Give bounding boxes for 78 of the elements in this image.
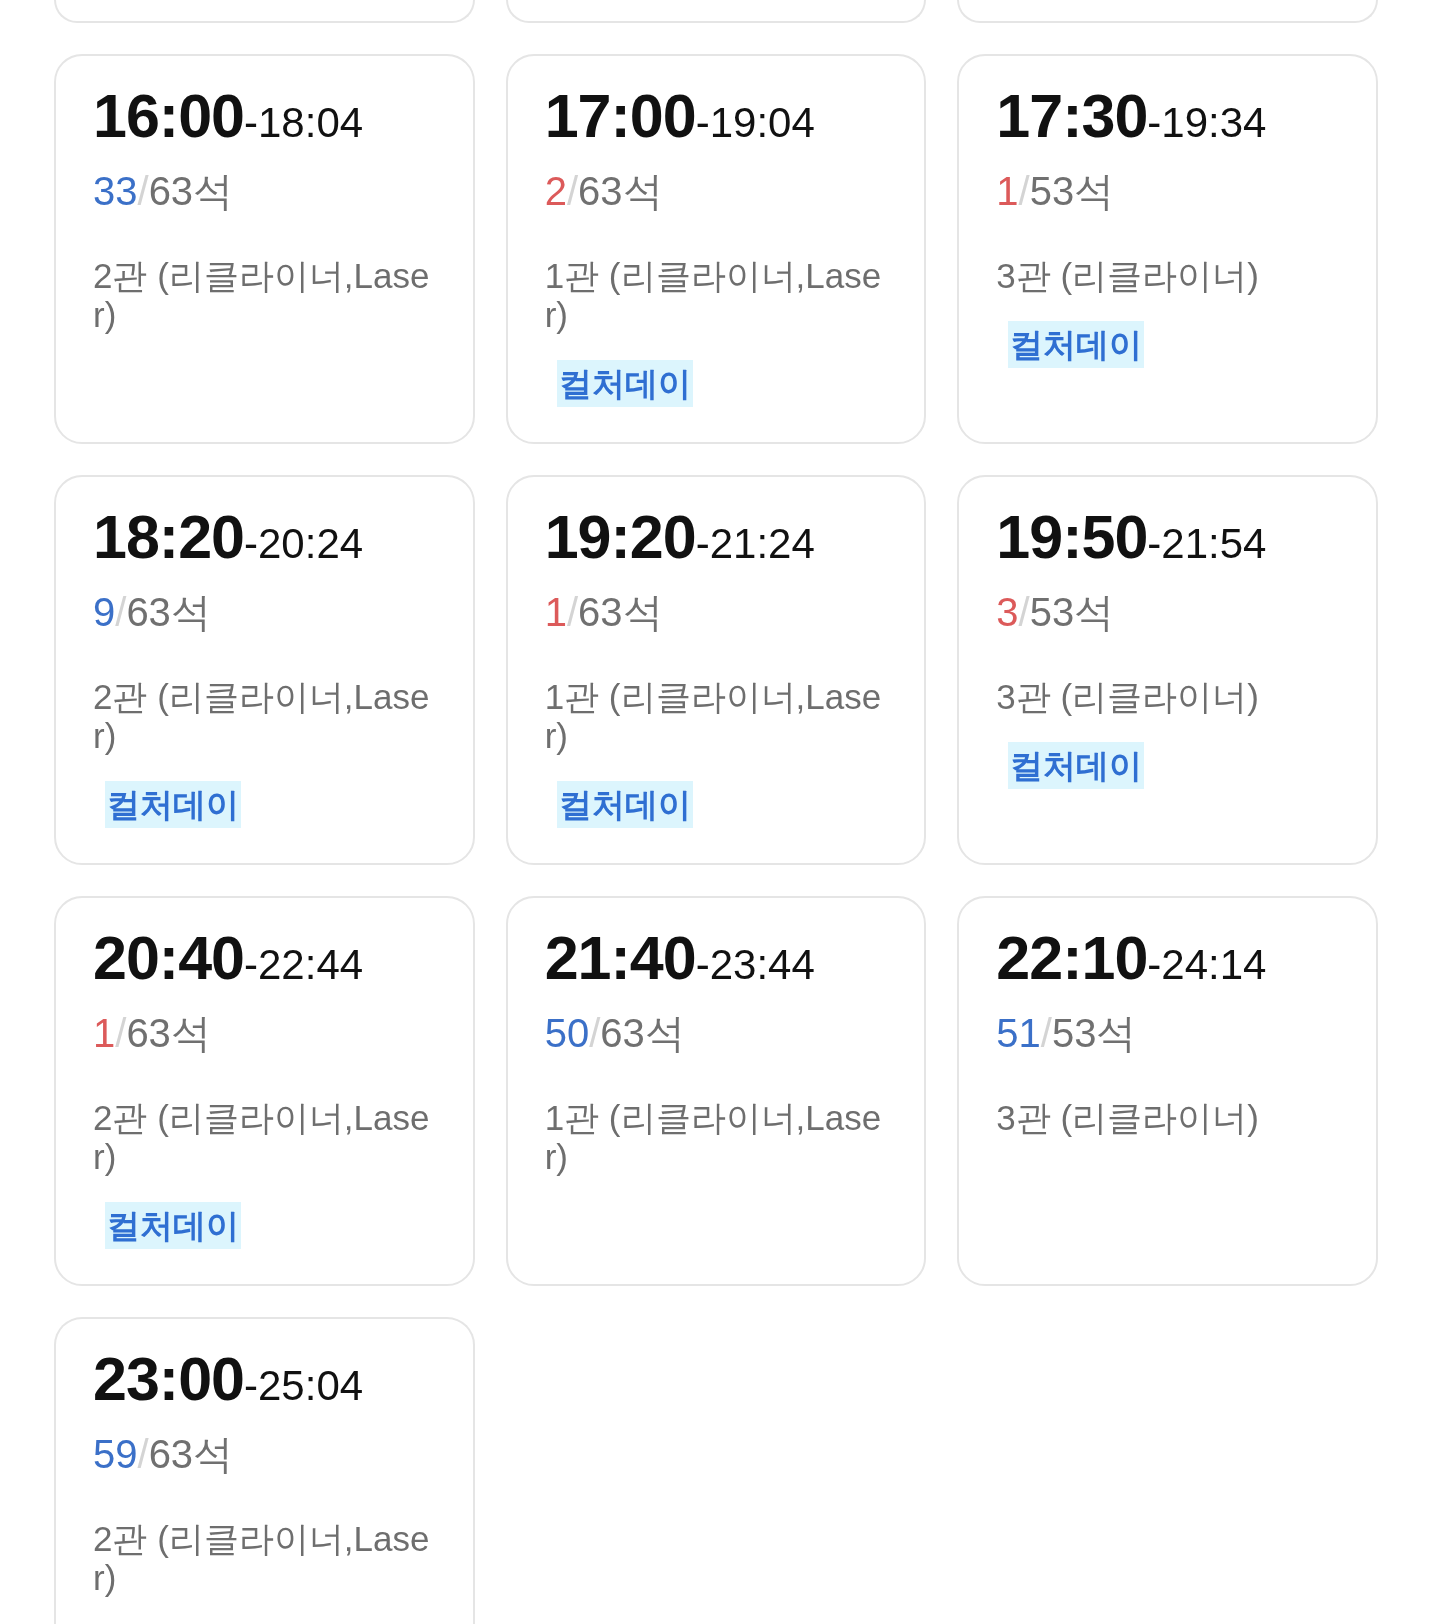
start-time: 17:00 <box>544 81 696 152</box>
seats-separator: / <box>137 1431 149 1478</box>
seats-total: 53석 <box>1029 168 1115 215</box>
seats-available: 59 <box>93 1431 138 1478</box>
seats-available: 33 <box>93 168 138 215</box>
culture-day-badge: 컬처데이 <box>1008 321 1145 368</box>
end-time: -19:04 <box>695 98 815 148</box>
showtime-card[interactable]: 17:30-19:34 1/53석 3관 (리클라이너) 컬처데이 <box>957 54 1378 444</box>
end-time: -24:14 <box>1147 940 1267 990</box>
seats-total: 53석 <box>1029 589 1115 636</box>
start-time: 20:40 <box>93 923 244 994</box>
culture-day-badge: 컬처데이 <box>556 781 693 828</box>
seats-total: 63석 <box>148 168 234 215</box>
end-time: -25:04 <box>244 1361 364 1411</box>
seats-separator: / <box>589 1010 601 1057</box>
screen-label: 2관 (리클라이너,Laser) <box>93 1519 431 1597</box>
start-time: 22:10 <box>996 923 1148 994</box>
showtime-card[interactable]: 19:50-21:54 3/53석 3관 (리클라이너) 컬처데이 <box>957 475 1378 865</box>
seats-separator: / <box>115 589 127 636</box>
seats-separator: / <box>566 168 579 215</box>
end-time: -19:34 <box>1147 98 1267 148</box>
showtime-card[interactable]: 22:10-24:14 51/53석 3관 (리클라이너) <box>957 896 1378 1286</box>
start-time: 19:20 <box>544 502 696 573</box>
showtime-card[interactable]: 16:00-18:04 33/63석 2관 (리클라이너,Laser) <box>54 54 475 444</box>
seats-available: 51 <box>996 1010 1041 1057</box>
seats-available: 1 <box>996 168 1019 215</box>
seats-separator: / <box>566 589 579 636</box>
seats-total: 63석 <box>148 1431 234 1478</box>
showtime-card[interactable]: 17:00-19:04 2/63석 1관 (리클라이너,Laser) 컬처데이 <box>505 54 927 444</box>
screen-label: 2관 (리클라이너,Laser) <box>93 256 431 334</box>
showtime-card[interactable] <box>957 0 1378 23</box>
seats-separator: / <box>1040 1010 1052 1057</box>
showtime-card[interactable]: 21:40-23:44 50/63석 1관 (리클라이너,Laser) <box>505 896 927 1286</box>
showtime-card[interactable]: 23:00-25:04 59/63석 2관 (리클라이너,Laser) <box>54 1317 475 1624</box>
screen-label: 1관 (리클라이너,Laser) <box>544 1098 883 1176</box>
seats-separator: / <box>137 168 149 215</box>
screen-label: 2관 (리클라이너,Laser) <box>93 677 431 755</box>
showtime-card[interactable]: 18:20-20:24 9/63석 2관 (리클라이너,Laser) 컬처데이 <box>54 475 475 865</box>
culture-day-badge: 컬처데이 <box>105 1202 241 1249</box>
seats-separator: / <box>1018 589 1030 636</box>
end-time: -23:44 <box>695 940 815 990</box>
start-time: 23:00 <box>93 1344 244 1415</box>
start-time: 19:50 <box>996 502 1148 573</box>
start-time: 21:40 <box>544 923 696 994</box>
start-time: 18:20 <box>93 502 244 573</box>
screen-label: 3관 (리클라이너) <box>996 677 1259 716</box>
seats-available: 1 <box>544 589 567 636</box>
seats-available: 50 <box>544 1010 590 1057</box>
end-time: -22:44 <box>244 940 364 990</box>
culture-day-badge: 컬처데이 <box>105 781 241 828</box>
showtime-card[interactable] <box>54 0 475 23</box>
seats-total: 53석 <box>1051 1010 1137 1057</box>
seats-separator: / <box>1018 168 1030 215</box>
showtime-card[interactable]: 19:20-21:24 1/63석 1관 (리클라이너,Laser) 컬처데이 <box>505 475 927 865</box>
screen-label: 3관 (리클라이너) <box>996 1098 1259 1137</box>
start-time: 16:00 <box>93 81 244 152</box>
seats-total: 63석 <box>126 589 211 636</box>
seats-separator: / <box>115 1010 127 1057</box>
screen-label: 1관 (리클라이너,Laser) <box>544 677 883 755</box>
end-time: -21:54 <box>1147 519 1267 569</box>
showtime-card[interactable]: 20:40-22:44 1/63석 2관 (리클라이너,Laser) 컬처데이 <box>54 896 475 1286</box>
seats-total: 63석 <box>600 1010 685 1057</box>
seats-available: 3 <box>996 589 1019 636</box>
seats-available: 9 <box>93 589 116 636</box>
seats-total: 63석 <box>578 589 663 636</box>
culture-day-badge: 컬처데이 <box>556 360 693 407</box>
screen-label: 2관 (리클라이너,Laser) <box>93 1098 431 1176</box>
start-time: 17:30 <box>996 81 1148 152</box>
screen-label: 1관 (리클라이너,Laser) <box>544 256 883 334</box>
end-time: -21:24 <box>695 519 815 569</box>
seats-available: 2 <box>544 168 567 215</box>
end-time: -20:24 <box>244 519 364 569</box>
seats-available: 1 <box>93 1010 116 1057</box>
end-time: -18:04 <box>244 98 364 148</box>
seats-total: 63석 <box>578 168 663 215</box>
seats-total: 63석 <box>126 1010 211 1057</box>
screen-label: 3관 (리클라이너) <box>996 256 1259 295</box>
culture-day-badge: 컬처데이 <box>1008 742 1145 789</box>
